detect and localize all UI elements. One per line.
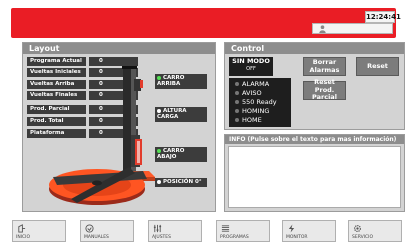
nav-programas[interactable]: PROGRAMAS (216, 220, 270, 242)
status-list: ALARMA AVISO 550 Ready HOMING HOME (229, 78, 291, 127)
info-text-area[interactable] (228, 146, 401, 208)
bottom-nav: INICIO MANUALES AJUSTES PROGRAMAS MONITO… (12, 220, 403, 242)
user-field[interactable] (312, 23, 393, 34)
mode-display: SIN MODO OFF (229, 57, 273, 76)
reset-button[interactable]: Reset (356, 57, 399, 76)
gear-icon (353, 224, 362, 233)
posicion-indicator: POSICIÓN 0° (155, 178, 207, 187)
manual-icon (85, 224, 94, 233)
status-dot-icon (157, 76, 161, 80)
status-homing: HOMING (235, 107, 269, 115)
layout-panel: Layout Programa Actual 0 Vueltas Inicial… (22, 42, 216, 212)
nav-inicio[interactable]: INICIO (12, 220, 66, 242)
wrapper-machine-illustration (49, 66, 155, 205)
user-icon (319, 25, 326, 33)
sliders-icon (153, 224, 162, 233)
nav-manuales[interactable]: MANUALES (80, 220, 134, 242)
home-icon (18, 224, 26, 233)
status-dot-icon (157, 180, 161, 184)
nav-servicio[interactable]: SERVICIO (348, 220, 402, 242)
status-550-ready: 550 Ready (235, 98, 277, 106)
status-dot-icon (157, 149, 161, 153)
reset-prod-parcial-button[interactable]: Reset Prod. Parcial (303, 79, 346, 101)
clock: 12:24:41 (365, 11, 401, 23)
info-title[interactable]: INFO (Pulse sobre el texto para mas info… (225, 135, 404, 144)
status-home: HOME (235, 116, 262, 124)
control-panel: Control SIN MODO OFF Borrar Alarmas Rese… (224, 42, 405, 130)
bolt-icon (288, 224, 295, 233)
status-alarma: ALARMA (235, 80, 269, 88)
status-dot-icon (157, 109, 161, 113)
list-icon (221, 225, 230, 232)
nav-monitor[interactable]: MONITOR (282, 220, 336, 242)
nav-ajustes[interactable]: AJUSTES (148, 220, 202, 242)
altura-carga-indicator: ALTURA CARGA (155, 107, 207, 122)
carro-abajo-indicator: CARRO ABAJO (155, 147, 207, 162)
control-title: Control (225, 43, 404, 54)
borrar-alarmas-button[interactable]: Borrar Alarmas (303, 57, 346, 76)
info-panel: INFO (Pulse sobre el texto para mas info… (224, 134, 405, 212)
carro-arriba-indicator: CARRO ARRIBA (155, 74, 207, 89)
status-aviso: AVISO (235, 89, 262, 97)
